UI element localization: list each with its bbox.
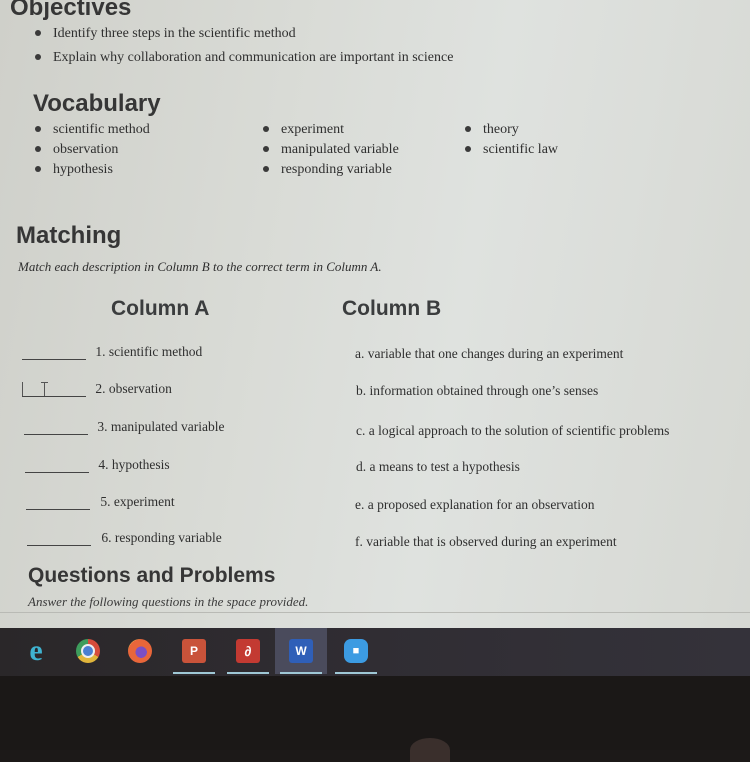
column-a-row: 4. hypothesis xyxy=(25,457,170,473)
column-a-header: Column A xyxy=(111,297,210,320)
taskbar: e P ∂ W ■ xyxy=(0,628,750,676)
bullet-icon xyxy=(35,125,41,132)
column-b-item: b. information obtained through one’s se… xyxy=(356,383,599,398)
text-cursor-bracket xyxy=(22,382,23,396)
term-label: 2. observation xyxy=(95,381,172,396)
running-indicator xyxy=(227,672,269,674)
matching-instructions: Match each description in Column B to th… xyxy=(18,259,382,274)
document-page: Objectives Identify three steps in the s… xyxy=(0,0,750,628)
matching-heading: Matching xyxy=(16,222,122,249)
taskbar-word[interactable]: W xyxy=(275,628,327,674)
column-b-item: d. a means to test a hypothesis xyxy=(356,459,520,474)
taskbar-powerpoint[interactable]: P xyxy=(168,628,220,674)
questions-instructions: Answer the following questions in the sp… xyxy=(28,594,309,609)
vocab-item: observation xyxy=(35,142,118,158)
chrome-icon-center xyxy=(81,644,95,658)
zoom-icon: ■ xyxy=(344,639,368,663)
column-b-item: a. variable that one changes during an e… xyxy=(355,346,624,361)
vocabulary-heading: Vocabulary xyxy=(33,90,161,117)
text-cursor-icon xyxy=(44,382,45,396)
vocab-item: theory xyxy=(465,122,519,138)
bullet-icon xyxy=(263,145,269,152)
term-label: 6. responding variable xyxy=(101,530,222,545)
powerpoint-icon: P xyxy=(182,639,206,663)
answer-blank[interactable] xyxy=(27,531,91,546)
objective-item: Explain why collaboration and communicat… xyxy=(35,50,453,66)
word-icon: W xyxy=(289,639,313,663)
vocab-item: scientific law xyxy=(465,142,558,158)
ie-icon: e xyxy=(29,634,43,667)
chrome-icon xyxy=(76,639,100,663)
bullet-icon xyxy=(35,165,41,172)
bullet-icon xyxy=(465,145,471,152)
running-indicator xyxy=(173,672,215,674)
column-b-item: f. variable that is observed during an e… xyxy=(355,534,617,549)
questions-heading: Questions and Problems xyxy=(28,564,276,587)
running-indicator xyxy=(280,672,322,674)
taskbar-acrobat[interactable]: ∂ xyxy=(222,628,274,674)
vocab-item: manipulated variable xyxy=(263,142,399,158)
column-b-item: e. a proposed explanation for an observa… xyxy=(355,497,595,512)
column-a-row: 5. experiment xyxy=(26,494,175,510)
bullet-icon xyxy=(35,53,41,60)
bullet-icon xyxy=(35,145,41,152)
vocab-item: hypothesis xyxy=(35,162,113,178)
bullet-icon xyxy=(465,125,471,132)
firefox-icon xyxy=(128,639,152,663)
column-b-header: Column B xyxy=(342,297,442,320)
answer-blank[interactable] xyxy=(24,420,88,435)
taskbar-ie[interactable]: e xyxy=(10,628,62,674)
answer-blank[interactable] xyxy=(22,382,86,397)
taskbar-firefox[interactable] xyxy=(114,628,166,674)
hp-logo xyxy=(410,738,450,762)
text-cursor-cap xyxy=(41,382,48,383)
column-a-row: 2. observation xyxy=(22,381,172,397)
column-a-row: 3. manipulated variable xyxy=(24,419,224,435)
acrobat-icon: ∂ xyxy=(236,639,260,663)
bullet-icon xyxy=(263,125,269,132)
objective-item: Identify three steps in the scientific m… xyxy=(35,26,296,42)
taskbar-zoom[interactable]: ■ xyxy=(330,628,382,674)
term-label: 5. experiment xyxy=(100,494,175,509)
answer-blank[interactable] xyxy=(25,458,89,473)
term-label: 3. manipulated variable xyxy=(97,419,225,434)
column-a-row: 1. scientific method xyxy=(22,344,202,360)
monitor-bezel xyxy=(0,676,750,750)
taskbar-chrome[interactable] xyxy=(62,628,114,674)
column-b-item: c. a logical approach to the solution of… xyxy=(356,423,670,438)
bullet-icon xyxy=(35,29,41,36)
vocab-item: responding variable xyxy=(263,162,392,178)
term-label: 1. scientific method xyxy=(95,344,203,359)
objectives-heading: Objectives xyxy=(10,0,132,21)
bullet-icon xyxy=(263,165,269,172)
column-a-row: 6. responding variable xyxy=(27,530,222,546)
answer-blank[interactable] xyxy=(22,345,86,360)
answer-blank[interactable] xyxy=(26,495,90,510)
term-label: 4. hypothesis xyxy=(98,457,170,472)
page-edge xyxy=(0,612,750,613)
running-indicator xyxy=(335,672,377,674)
vocab-item: scientific method xyxy=(35,122,150,138)
vocab-item: experiment xyxy=(263,122,344,138)
